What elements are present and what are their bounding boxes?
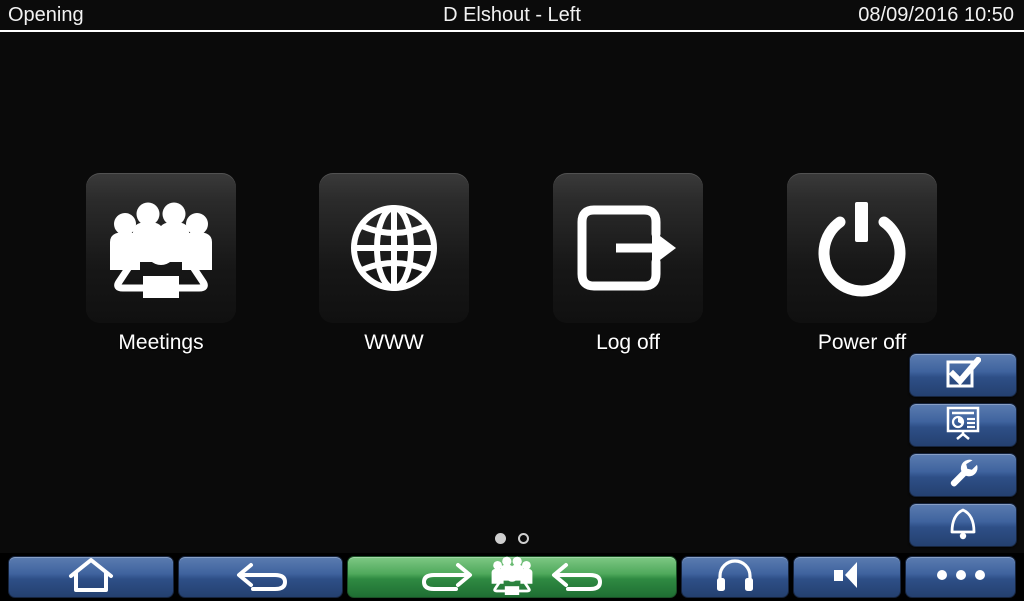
app-tile-poweroff[interactable]: Power off	[772, 173, 952, 355]
poweroff-tile-surface[interactable]	[787, 173, 937, 323]
bottom-toolbar	[0, 553, 1024, 601]
datetime-text: 08/09/2016 10:50	[858, 4, 1014, 26]
app-tile-meetings[interactable]: Meetings	[71, 173, 251, 355]
headset-button[interactable]	[681, 556, 789, 598]
device-screen: Opening D Elshout - Left 08/09/2016 10:5…	[0, 0, 1024, 601]
wrench-icon	[947, 457, 979, 494]
volume-button[interactable]	[793, 556, 901, 598]
tile-label: Meetings	[118, 331, 204, 354]
arrow-forward-icon	[420, 559, 476, 596]
page-indicator	[0, 530, 1024, 545]
speaker-icon	[828, 559, 866, 596]
more-button[interactable]	[905, 556, 1016, 598]
page-dot-inactive[interactable]	[518, 533, 530, 545]
title-bar: Opening D Elshout - Left 08/09/2016 10:5…	[0, 0, 1024, 32]
logoff-tile-surface[interactable]	[553, 173, 703, 323]
meetings-tile-surface[interactable]	[86, 173, 236, 323]
meeting-nav-button[interactable]	[347, 556, 677, 598]
power-icon	[814, 198, 910, 298]
app-tile-www[interactable]: WWW	[304, 173, 484, 355]
presentation-button[interactable]	[909, 403, 1017, 447]
meetings-icon	[486, 555, 538, 600]
side-button-column	[909, 353, 1021, 553]
back-button[interactable]	[178, 556, 343, 598]
home-button[interactable]	[8, 556, 174, 598]
forward-meetings-back-icons	[420, 555, 604, 600]
app-tile-grid: Meetings WWW Log off Power off	[0, 34, 1024, 534]
tile-label: Log off	[596, 331, 660, 354]
ellipsis-icon	[934, 568, 988, 587]
logoff-icon	[574, 202, 682, 294]
arrow-back-icon	[233, 559, 289, 596]
home-icon	[68, 557, 114, 598]
app-tile-logoff[interactable]: Log off	[538, 173, 718, 355]
checkbox-checked-icon	[945, 355, 983, 394]
settings-button[interactable]	[909, 453, 1017, 497]
www-tile-surface[interactable]	[319, 173, 469, 323]
presentation-screen-icon	[944, 406, 982, 445]
page-dot-active[interactable]	[494, 533, 506, 545]
vote-button[interactable]	[909, 353, 1017, 397]
meetings-icon	[107, 198, 215, 298]
tile-label: Power off	[817, 331, 907, 354]
globe-icon	[346, 200, 442, 296]
arrow-back-icon	[548, 559, 604, 596]
tile-label: WWW	[364, 331, 424, 354]
headphones-icon	[716, 558, 754, 597]
